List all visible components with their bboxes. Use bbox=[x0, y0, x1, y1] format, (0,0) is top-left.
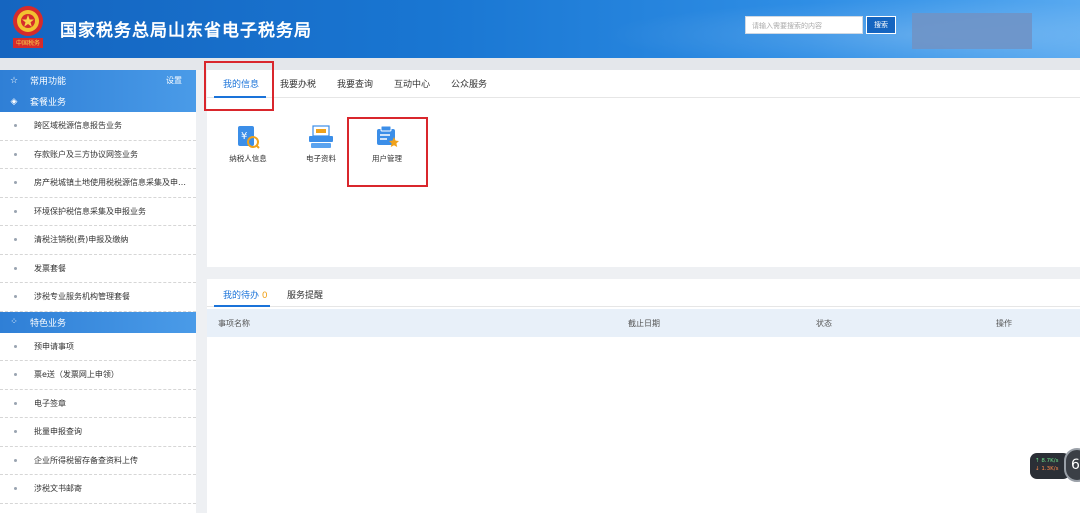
bullet-icon bbox=[14, 458, 17, 462]
table-header: 事项名称 截止日期 状态 操作 bbox=[207, 309, 1080, 337]
sidebar-item[interactable]: 发票套餐 bbox=[0, 255, 196, 283]
sidebar-section-label: 特色业务 bbox=[30, 318, 67, 329]
sidebar-item-label: 预申请事项 bbox=[34, 341, 74, 351]
site-header: 中国税务 国家税务总局山东省电子税务局 请输入需要搜索的内容 搜索 bbox=[0, 0, 1080, 58]
todo-panel: 我的待办 0 服务提醒 事项名称 截止日期 状态 操作 bbox=[207, 279, 1080, 513]
sidebar-item-label: 跨区域税源信息报告业务 bbox=[34, 121, 122, 131]
sidebar-item[interactable]: 预申请事项 bbox=[0, 333, 196, 361]
tab-query[interactable]: 我要查询 bbox=[337, 77, 373, 90]
layers-icon: ◈ bbox=[10, 96, 18, 107]
search-input[interactable]: 请输入需要搜索的内容 bbox=[745, 16, 863, 34]
sidebar-item[interactable]: 批量申报查询 bbox=[0, 418, 196, 447]
sidebar-item-label: 票e送（发票网上申领） bbox=[34, 370, 119, 380]
bullet-icon bbox=[14, 295, 17, 299]
bullet-icon bbox=[14, 401, 17, 405]
site-title: 国家税务总局山东省电子税务局 bbox=[60, 21, 312, 41]
tab-service-reminder[interactable]: 服务提醒 bbox=[287, 288, 323, 301]
tile-electronic-data[interactable]: 电子资料 bbox=[291, 124, 351, 164]
tab-my-todo[interactable]: 我的待办 0 bbox=[223, 288, 268, 301]
sidebar-section-common[interactable]: ☆ 常用功能 设置 bbox=[0, 70, 196, 91]
settings-link[interactable]: 设置 bbox=[166, 75, 182, 86]
my-info-panel: 我的信息 我要办税 我要查询 互动中心 公众服务 ¥ 纳税人信息 电子资料 用户… bbox=[204, 61, 1080, 267]
bullet-icon bbox=[14, 266, 17, 270]
grid-icon: ⁘ bbox=[10, 317, 18, 327]
sidebar-item-label: 电子签章 bbox=[34, 398, 66, 408]
tile-taxpayer-info[interactable]: ¥ 纳税人信息 bbox=[218, 124, 278, 164]
bullet-icon bbox=[14, 430, 17, 434]
column-header: 截止日期 bbox=[628, 319, 660, 328]
star-icon: ☆ bbox=[9, 75, 19, 86]
column-header: 操作 bbox=[996, 319, 1012, 328]
sidebar-item-label: 清税注销税(费)申报及缴纳 bbox=[34, 235, 129, 245]
bullet-icon bbox=[14, 209, 17, 213]
user-info-block[interactable] bbox=[912, 13, 1032, 49]
electronic-data-icon bbox=[309, 125, 333, 148]
bullet-icon bbox=[14, 487, 17, 491]
sidebar-item-label: 涉税文书邮寄 bbox=[34, 484, 82, 494]
sidebar-item[interactable]: 环境保护税信息采集及申报业务 bbox=[0, 198, 196, 226]
active-tab-underline bbox=[214, 305, 270, 307]
sidebar-item-label: 批量申报查询 bbox=[34, 427, 82, 437]
sidebar-section-label: 常用功能 bbox=[30, 77, 67, 87]
todo-count-badge: 0 bbox=[261, 291, 268, 301]
header-strip bbox=[0, 58, 1080, 70]
svg-text:¥: ¥ bbox=[241, 131, 247, 142]
tab-tax-handling[interactable]: 我要办税 bbox=[280, 77, 316, 90]
sidebar-section-package[interactable]: ◈ 套餐业务 bbox=[0, 91, 196, 112]
tab-public-service[interactable]: 公众服务 bbox=[451, 77, 487, 90]
sidebar: ☆ 常用功能 设置 ◈ 套餐业务 跨区域税源信息报告业务 存款账户及三方协议网签… bbox=[0, 70, 196, 513]
tab-label: 我的待办 bbox=[223, 291, 260, 301]
sidebar-item[interactable]: 涉税专业服务机构管理套餐 bbox=[0, 283, 196, 312]
search-button[interactable]: 搜索 bbox=[866, 16, 896, 34]
highlight-box-tab bbox=[204, 61, 274, 111]
sidebar-item[interactable]: 企业所得税留存备查资料上传 bbox=[0, 447, 196, 475]
sidebar-item-label: 房产税城镇土地使用税税源信息采集及申… bbox=[34, 178, 186, 188]
sidebar-item[interactable]: 房产税城镇土地使用税税源信息采集及申… bbox=[0, 169, 196, 198]
sidebar-item[interactable]: 存款账户及三方协议网签业务 bbox=[0, 141, 196, 169]
sidebar-item[interactable]: 跨区域税源信息报告业务 bbox=[0, 112, 196, 141]
sidebar-section-label: 套餐业务 bbox=[30, 98, 67, 108]
taxpayer-info-icon: ¥ bbox=[238, 126, 260, 149]
sidebar-item-label: 发票套餐 bbox=[34, 263, 66, 273]
sidebar-section-special[interactable]: ⁘ 特色业务 bbox=[0, 311, 196, 333]
tab-interaction[interactable]: 互动中心 bbox=[394, 77, 430, 90]
sidebar-item-label: 企业所得税留存备查资料上传 bbox=[34, 455, 138, 465]
sidebar-item[interactable]: 电子签章 bbox=[0, 390, 196, 418]
column-header: 状态 bbox=[816, 319, 832, 328]
sidebar-item-label: 环境保护税信息采集及申报业务 bbox=[34, 206, 146, 216]
speed-badge[interactable]: 6 bbox=[1064, 448, 1080, 482]
bullet-icon bbox=[14, 373, 17, 377]
sidebar-item[interactable]: 清税注销税(费)申报及缴纳 bbox=[0, 226, 196, 255]
sidebar-item-label: 涉税专业服务机构管理套餐 bbox=[34, 292, 130, 302]
todo-tabs: 我的待办 0 服务提醒 bbox=[207, 279, 1080, 307]
bullet-icon bbox=[14, 124, 17, 128]
tile-label: 纳税人信息 bbox=[229, 154, 267, 163]
highlight-box-user-management bbox=[347, 117, 428, 187]
main-tabs: 我的信息 我要办税 我要查询 互动中心 公众服务 bbox=[207, 70, 1080, 98]
sidebar-item[interactable]: 涉税文书邮寄 bbox=[0, 475, 196, 504]
tile-label: 电子资料 bbox=[306, 154, 336, 163]
bullet-icon bbox=[14, 181, 17, 185]
bullet-icon bbox=[14, 238, 17, 242]
bullet-icon bbox=[14, 344, 17, 348]
bullet-icon bbox=[14, 152, 17, 156]
column-header: 事项名称 bbox=[218, 319, 250, 328]
sidebar-item-label: 存款账户及三方协议网签业务 bbox=[34, 149, 138, 159]
emblem-caption: 中国税务 bbox=[15, 40, 40, 47]
sidebar-item[interactable]: 票e送（发票网上申领） bbox=[0, 361, 196, 390]
